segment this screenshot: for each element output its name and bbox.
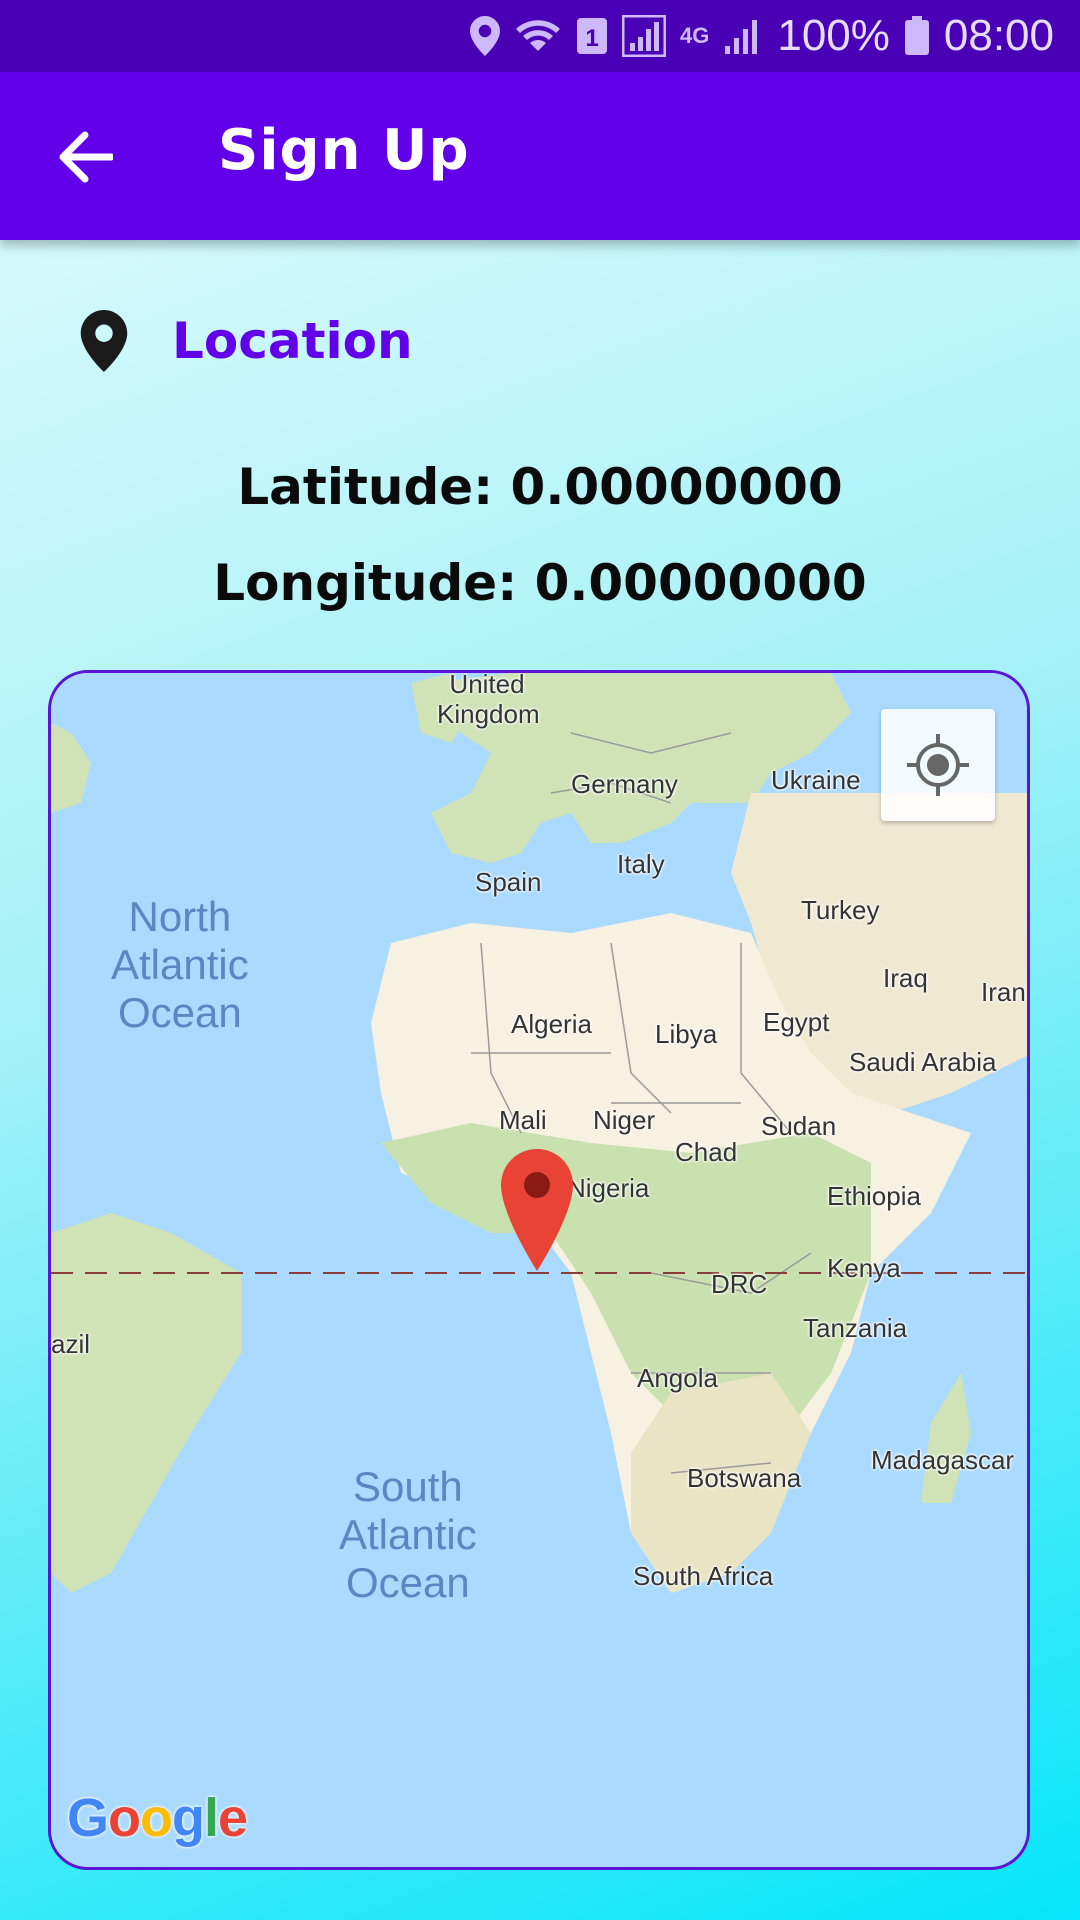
map-label: Egypt bbox=[763, 1007, 830, 1037]
map-label: Spain bbox=[475, 867, 542, 897]
status-bar: 1 4G 100% 08:00 bbox=[0, 0, 1080, 72]
map-label: Iraq bbox=[883, 963, 928, 993]
svg-text:1: 1 bbox=[585, 25, 598, 52]
map-label: Madagascar bbox=[871, 1445, 1015, 1475]
wifi-icon bbox=[514, 17, 562, 55]
map-label: Saudi Arabia bbox=[849, 1047, 997, 1077]
map-label: Iran bbox=[981, 977, 1026, 1007]
location-heading: Location bbox=[80, 310, 413, 372]
location-status-icon bbox=[469, 16, 500, 56]
location-label: Location bbox=[172, 312, 413, 370]
battery-icon bbox=[904, 16, 930, 56]
my-location-button[interactable] bbox=[881, 709, 995, 821]
map-label: DRC bbox=[711, 1269, 768, 1299]
map-label: Niger bbox=[593, 1105, 656, 1135]
clock: 08:00 bbox=[943, 11, 1054, 60]
map-label: Algeria bbox=[511, 1009, 592, 1039]
ocean-label-north-atlantic: North Atlantic Ocean bbox=[111, 893, 249, 1036]
google-logo: Google bbox=[67, 1788, 248, 1848]
signal-strength-icon-2 bbox=[723, 16, 763, 56]
map-label: Angola bbox=[637, 1363, 718, 1393]
map-label: Sudan bbox=[761, 1111, 837, 1141]
map-label: Ukraine bbox=[771, 765, 861, 795]
signal-strength-icon bbox=[621, 15, 666, 57]
map-label: South Africa bbox=[633, 1561, 774, 1591]
map-label: Libya bbox=[655, 1019, 718, 1049]
page-title: Sign Up bbox=[218, 118, 470, 183]
network-type-label: 4G bbox=[679, 23, 710, 48]
ocean-label-south-atlantic: South Atlantic Ocean bbox=[339, 1463, 477, 1606]
app-bar: Sign Up bbox=[0, 72, 1080, 240]
map-label: Germany bbox=[571, 769, 678, 799]
map-label: Italy bbox=[617, 849, 665, 879]
map-label: Botswana bbox=[687, 1463, 802, 1493]
sim-badge: 1 bbox=[576, 17, 608, 55]
map-label: Mali bbox=[499, 1105, 547, 1135]
map-label: Chad bbox=[675, 1137, 738, 1167]
map-label: Turkey bbox=[801, 895, 880, 925]
map-view[interactable]: North Atlantic Ocean South Atlantic Ocea… bbox=[48, 670, 1030, 1870]
longitude-text: Longitude: 0.00000000 bbox=[213, 554, 867, 612]
map-pin-icon bbox=[80, 310, 128, 372]
red-map-pin-icon[interactable] bbox=[499, 1147, 575, 1277]
arrow-back-icon bbox=[59, 131, 113, 183]
map-label: Kenya bbox=[827, 1253, 901, 1283]
back-button[interactable] bbox=[52, 124, 118, 190]
map-label: Ethiopia bbox=[827, 1181, 921, 1211]
map-label: Brazil bbox=[51, 1329, 91, 1359]
map-label: United Kingdom bbox=[437, 670, 540, 729]
latitude-text: Latitude: 0.00000000 bbox=[237, 458, 843, 516]
crosshair-target-icon bbox=[907, 734, 969, 796]
map-label: Nigeria bbox=[567, 1173, 650, 1203]
battery-percent: 100% bbox=[777, 11, 890, 60]
map-label: Tanzania bbox=[803, 1313, 908, 1343]
